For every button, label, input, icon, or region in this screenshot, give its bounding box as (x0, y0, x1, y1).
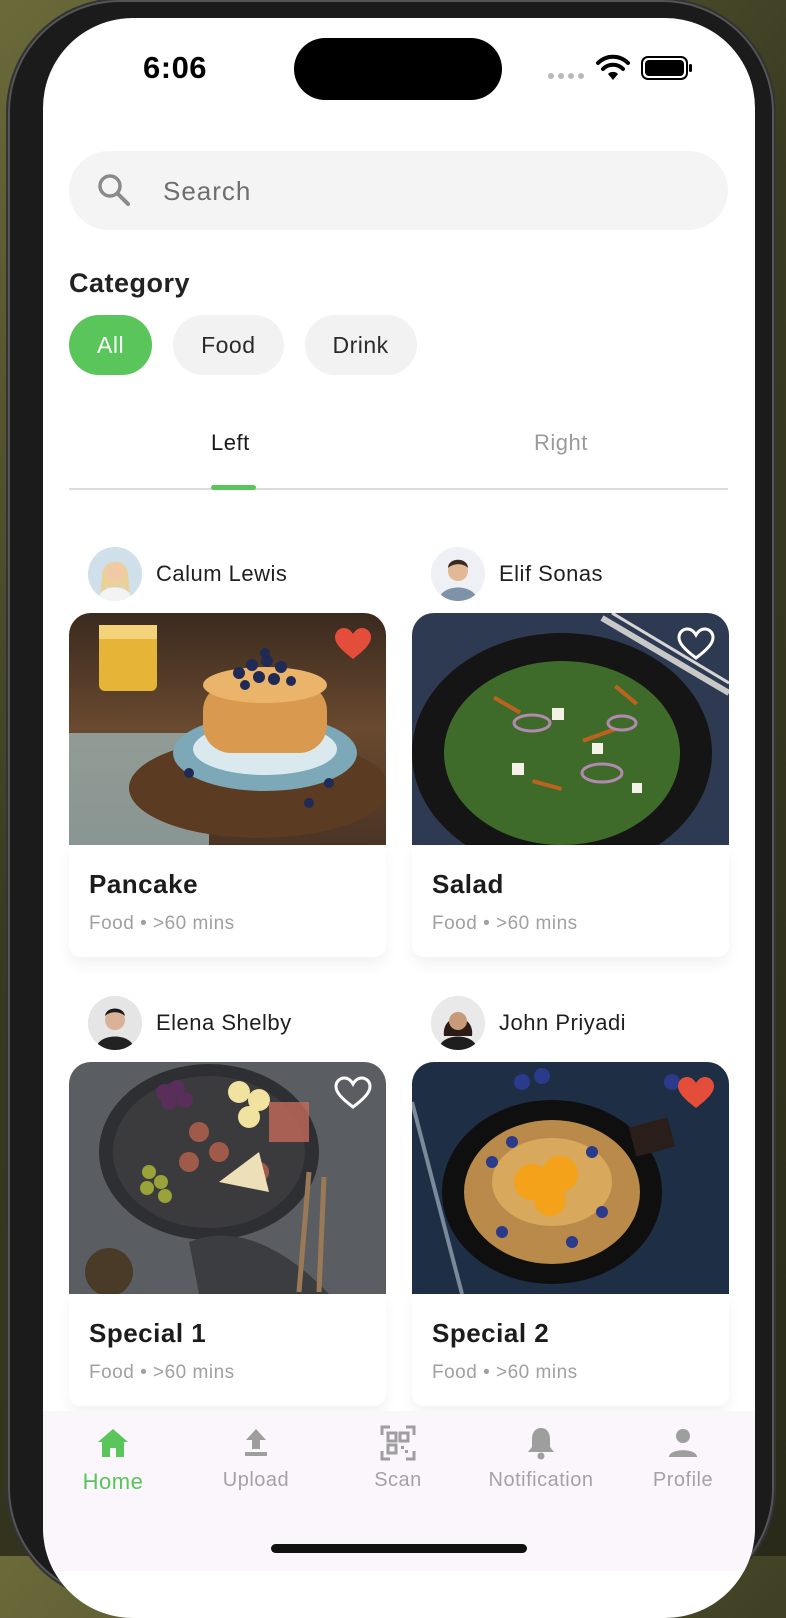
wifi-icon (596, 54, 630, 80)
nav-upload[interactable]: Upload (196, 1425, 316, 1492)
signal-icon (548, 73, 584, 79)
card-info: Special 2 Food • >60 mins (412, 1294, 729, 1406)
search-icon (98, 174, 130, 206)
card-info: Special 1 Food • >60 mins (69, 1294, 386, 1406)
recipe-image[interactable] (412, 1062, 729, 1294)
recipe-image[interactable] (412, 613, 729, 845)
person-icon (669, 1429, 697, 1457)
card-author[interactable]: Calum Lewis (88, 547, 287, 601)
recipe-image[interactable] (69, 1062, 386, 1294)
avatar (431, 996, 485, 1050)
author-name: John Priyadi (499, 1010, 627, 1035)
nav-home[interactable]: Home (53, 1425, 173, 1495)
tab-right[interactable]: Right (534, 430, 588, 456)
nav-notification[interactable]: Notification (473, 1425, 609, 1492)
home-icon (98, 1429, 128, 1457)
chip-drink[interactable]: Drink (304, 315, 417, 375)
card-author[interactable]: Elif Sonas (431, 547, 603, 601)
nav-profile[interactable]: Profile (623, 1425, 743, 1492)
nav-label: Home (82, 1469, 144, 1494)
recipe-title: Pancake (89, 869, 199, 899)
dynamic-island (294, 38, 502, 100)
card-info: Pancake Food • >60 mins (69, 845, 386, 957)
upload-icon (245, 1429, 267, 1456)
recipe-meta: Food • >60 mins (89, 913, 235, 934)
tab-left[interactable]: Left (211, 430, 250, 456)
nav-label: Notification (488, 1469, 594, 1491)
phone-frame: 6:06 Category All Food Drink (8, 0, 774, 1618)
heart-outline-icon[interactable] (334, 1076, 372, 1110)
tab-indicator (211, 485, 256, 490)
bell-icon (528, 1428, 554, 1460)
category-title: Category (69, 268, 191, 298)
nav-label: Profile (652, 1469, 714, 1491)
recipe-meta: Food • >60 mins (432, 1362, 578, 1383)
heart-outline-icon[interactable] (677, 627, 715, 661)
avatar (88, 547, 142, 601)
card-author[interactable]: Elena Shelby (88, 996, 292, 1050)
author-name: Elif Sonas (499, 561, 604, 586)
recipe-title: Special 1 (89, 1318, 207, 1348)
avatar (88, 996, 142, 1050)
nav-label: Upload (222, 1469, 290, 1491)
heart-icon[interactable] (334, 627, 372, 661)
tab-bar: Left Right (69, 416, 728, 490)
qr-scan-icon (380, 1425, 416, 1461)
search-input[interactable] (161, 169, 705, 213)
nav-scan[interactable]: Scan (338, 1425, 458, 1492)
nav-label: Scan (374, 1469, 422, 1491)
app-screen: 6:06 Category All Food Drink (43, 18, 755, 1618)
recipe-image[interactable] (69, 613, 386, 845)
category-chips: All Food Drink (69, 315, 417, 375)
heart-icon[interactable] (677, 1076, 715, 1110)
chip-food[interactable]: Food (173, 315, 284, 375)
card-author[interactable]: John Priyadi (431, 996, 626, 1050)
card-info: Salad Food • >60 mins (412, 845, 729, 957)
author-name: Elena Shelby (156, 1010, 292, 1035)
home-indicator[interactable] (271, 1544, 527, 1553)
avatar (431, 547, 485, 601)
chip-all[interactable]: All (69, 315, 153, 375)
recipe-meta: Food • >60 mins (432, 913, 578, 934)
recipe-title: Salad (432, 869, 504, 899)
author-name: Calum Lewis (156, 561, 288, 586)
status-time: 6:06 (143, 50, 208, 85)
search-bar[interactable] (69, 151, 728, 230)
recipe-title: Special 2 (432, 1318, 550, 1348)
recipe-meta: Food • >60 mins (89, 1362, 235, 1383)
battery-icon (641, 56, 692, 80)
